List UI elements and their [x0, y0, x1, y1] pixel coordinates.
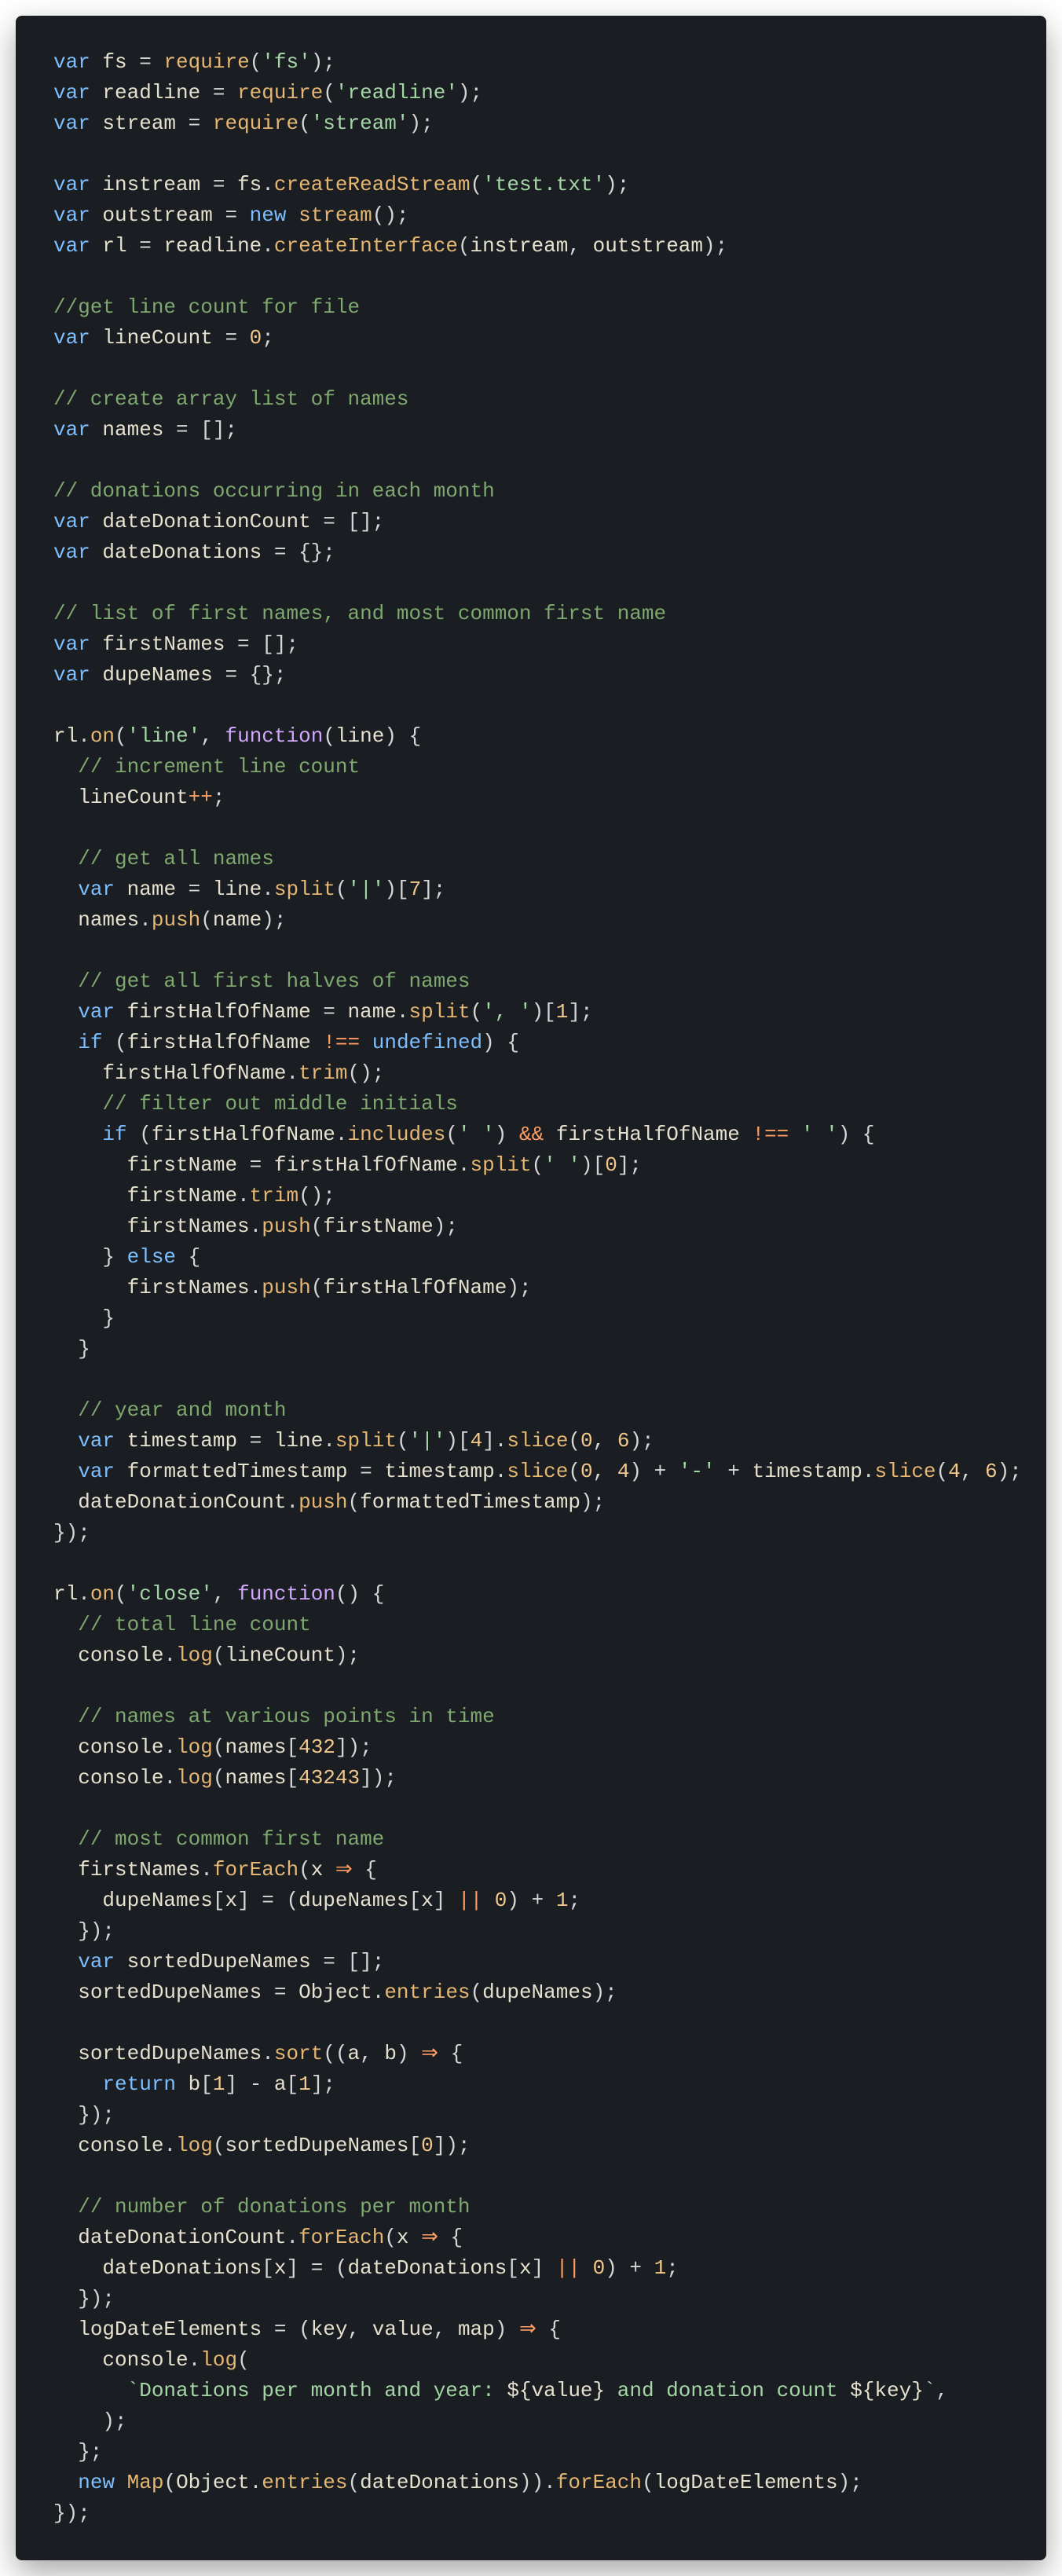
code-block: var fs = require('fs'); var readline = r… — [16, 16, 1046, 2560]
code-content: var fs = require('fs'); var readline = r… — [53, 47, 1009, 2529]
code-screenshot: var fs = require('fs'); var readline = r… — [0, 0, 1062, 2576]
